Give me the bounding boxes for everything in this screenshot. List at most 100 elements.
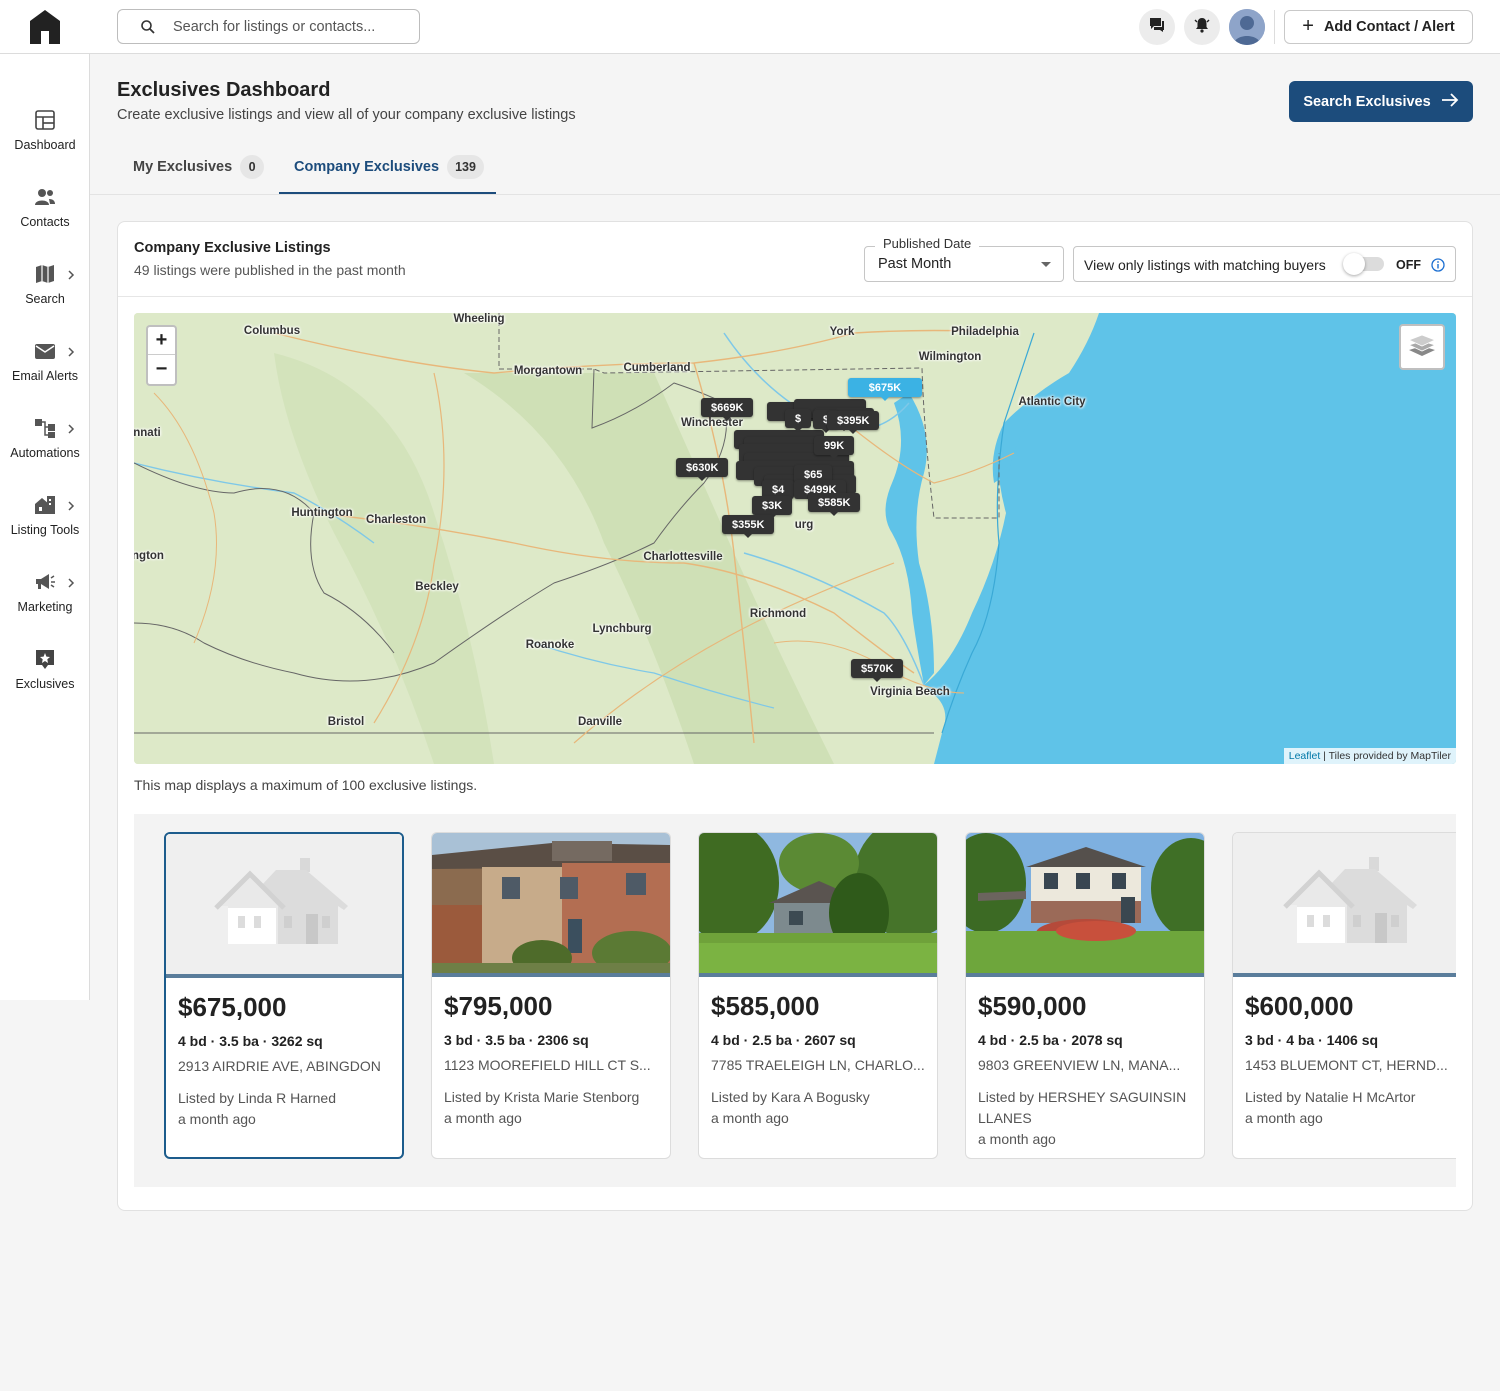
listing-address: 9803 GREENVIEW LN, MANA...: [978, 1057, 1181, 1073]
user-avatar[interactable]: [1229, 9, 1265, 45]
zoom-out-button[interactable]: −: [148, 355, 175, 383]
sidebar-item-email-alerts[interactable]: Email Alerts: [0, 339, 90, 399]
map-price-pin[interactable]: $630K: [676, 458, 729, 481]
listing-status-bar: [699, 973, 937, 977]
add-contact-alert-button[interactable]: + Add Contact / Alert: [1284, 10, 1473, 44]
sidebar-item-label: Listing Tools: [10, 523, 80, 537]
leaflet-link[interactable]: Leaflet: [1289, 750, 1321, 762]
listing-age: a month ago: [178, 1111, 256, 1127]
listing-tools-icon: [33, 493, 57, 517]
active-tab-indicator: [279, 192, 496, 194]
listing-card[interactable]: $585,000 4 bd · 2.5 ba · 2607 sq 7785 TR…: [698, 832, 938, 1159]
map-price-pin[interactable]: 99K: [814, 436, 855, 459]
map-price-pin[interactable]: $570K: [851, 659, 904, 682]
map-price-pin[interactable]: $: [785, 409, 812, 432]
published-date-value: Past Month: [878, 256, 952, 272]
map-note: This map displays a maximum of 100 exclu…: [134, 777, 478, 793]
map-city-label: Wilmington: [918, 351, 982, 363]
tab-company-exclusives[interactable]: Company Exclusives 139: [294, 155, 484, 195]
map-city-label: Winchester: [681, 417, 743, 429]
listing-price: $585,000: [711, 991, 820, 1021]
page-subtitle: Create exclusive listings and view all o…: [117, 107, 576, 123]
chevron-right-icon: [67, 345, 75, 357]
map-city-label: Wheeling: [453, 313, 505, 325]
toggle-knob: [1343, 253, 1365, 275]
map-price-pin[interactable]: $585K: [808, 493, 861, 516]
sidebar-item-dashboard[interactable]: Dashboard: [0, 108, 90, 168]
listing-price: $675,000: [178, 992, 287, 1022]
map-city-label: Virginia Beach: [870, 686, 950, 698]
app-logo[interactable]: [29, 9, 61, 45]
messages-button[interactable]: [1139, 9, 1175, 45]
attribution-text: | Tiles provided by MapTiler: [1320, 750, 1451, 762]
tab-my-exclusives[interactable]: My Exclusives 0: [133, 155, 265, 195]
map-city-label: Philadelphia: [951, 326, 1019, 338]
map-attribution: Leaflet | Tiles provided by MapTiler: [1283, 748, 1456, 764]
contacts-icon: [33, 185, 57, 209]
chevron-right-icon: [67, 422, 75, 434]
sidebar-item-label: Dashboard: [14, 138, 76, 152]
tab-label: My Exclusives: [133, 159, 233, 175]
info-icon[interactable]: [1431, 258, 1445, 272]
matching-buyers-filter: View only listings with matching buyers …: [1073, 246, 1456, 282]
map-price-pin[interactable]: $395K: [827, 411, 880, 434]
listing-card[interactable]: $795,000 3 bd · 3.5 ba · 2306 sq 1123 MO…: [431, 832, 671, 1159]
map-city-label: Bristol: [327, 716, 365, 728]
chevron-right-icon: [67, 499, 75, 511]
map-price-pin[interactable]: $3K: [752, 496, 793, 519]
listing-age: a month ago: [711, 1110, 789, 1126]
matching-buyers-toggle[interactable]: [1343, 253, 1384, 275]
map-city-label: Danville: [577, 716, 623, 728]
listing-card[interactable]: $590,000 4 bd · 2.5 ba · 2078 sq 9803 GR…: [965, 832, 1205, 1159]
map-city-label: Columbus: [243, 325, 301, 337]
listing-agent: Listed by Krista Marie Stenborg: [444, 1089, 640, 1105]
map-price-pin[interactable]: $669K: [701, 398, 754, 421]
listing-agent-info: Listed by HERSHEY SAGUINSIN LLANES a mon…: [978, 1087, 1194, 1150]
listing-agent-info: Listed by Krista Marie Stenborg a month …: [444, 1087, 660, 1129]
count-badge: 139: [447, 155, 484, 179]
listing-photo-placeholder: [166, 834, 402, 974]
map-tiles: [134, 313, 1456, 764]
layers-icon: [1407, 332, 1437, 363]
listing-price: $795,000: [444, 991, 553, 1021]
sidebar-item-automations[interactable]: Automations: [0, 416, 90, 476]
exclusives-icon: [33, 647, 57, 671]
bell-icon: [1193, 16, 1211, 39]
chat-icon: [1148, 16, 1166, 39]
global-search[interactable]: [117, 9, 420, 44]
townhouse-photo: [432, 833, 670, 976]
map-layers-button[interactable]: [1399, 324, 1445, 370]
listing-address: 1123 MOOREFIELD HILL CT S...: [444, 1057, 651, 1073]
listing-card[interactable]: $600,000 3 bd · 4 ba · 1406 sq 1453 BLUE…: [1232, 832, 1456, 1159]
map-city-label: nnati: [134, 427, 161, 439]
listing-card[interactable]: $675,000 4 bd · 3.5 ba · 3262 sq 2913 AI…: [164, 832, 404, 1159]
search-exclusives-button[interactable]: Search Exclusives: [1289, 81, 1473, 122]
published-date-label: Published Date: [875, 236, 980, 251]
house-placeholder-icon: [166, 834, 402, 974]
sidebar-item-exclusives[interactable]: Exclusives: [0, 647, 90, 707]
zoom-in-button[interactable]: +: [148, 327, 175, 355]
map-city-label: Roanoke: [525, 639, 575, 651]
published-date-select[interactable]: Published Date Past Month: [864, 236, 1064, 282]
plus-icon: +: [1302, 15, 1314, 37]
sidebar-item-search[interactable]: Search: [0, 262, 90, 322]
sidebar-item-marketing[interactable]: Marketing: [0, 570, 90, 630]
card-title: Company Exclusive Listings: [134, 240, 331, 256]
sidebar-item-label: Search: [25, 292, 65, 306]
listing-agent-info: Listed by Natalie H McArtor a month ago: [1245, 1087, 1456, 1129]
map-price-pin[interactable]: $355K: [722, 515, 775, 538]
divider: [1274, 10, 1275, 44]
listing-specs: 3 bd · 4 ba · 1406 sq: [1245, 1032, 1379, 1048]
listing-age: a month ago: [444, 1110, 522, 1126]
sidebar-item-listing-tools[interactable]: Listing Tools: [0, 493, 90, 553]
sidebar-item-contacts[interactable]: Contacts: [0, 185, 90, 245]
megaphone-icon: [33, 570, 57, 594]
automations-icon: [33, 416, 57, 440]
listings-map[interactable]: Columbus Wheeling York Philadelphia Wilm…: [134, 313, 1456, 764]
listing-specs: 4 bd · 3.5 ba · 3262 sq: [178, 1033, 323, 1049]
map-price-pin-active[interactable]: $675K: [848, 378, 922, 401]
listing-price: $600,000: [1245, 991, 1354, 1021]
notifications-button[interactable]: [1184, 9, 1220, 45]
map-city-label: Huntington: [291, 507, 353, 519]
search-input[interactable]: [173, 17, 413, 37]
